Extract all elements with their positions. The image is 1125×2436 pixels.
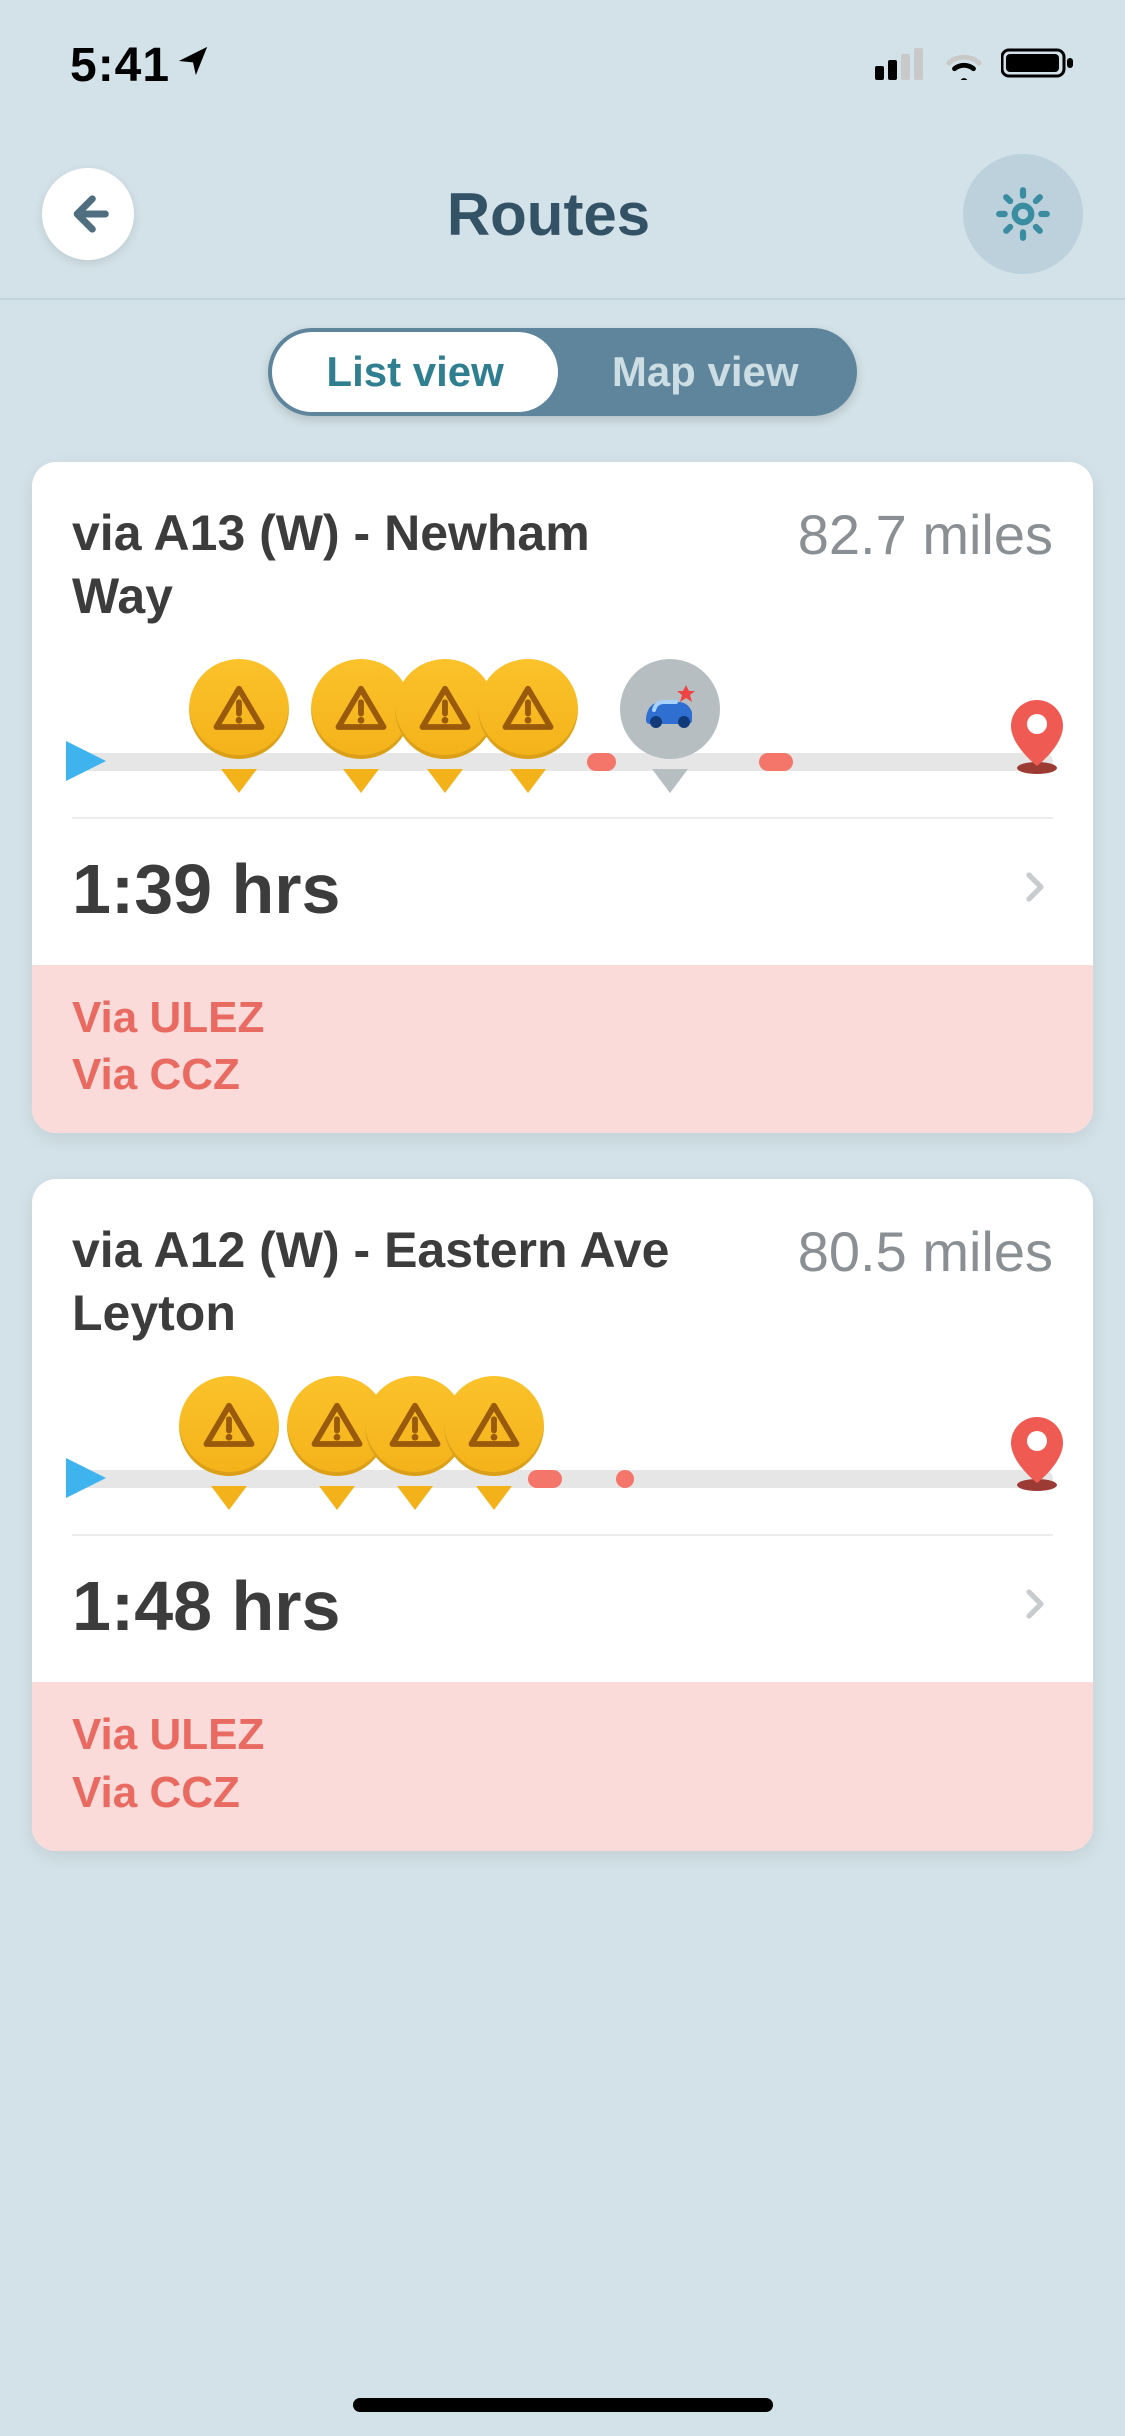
route-warning-line: Via ULEZ: [72, 989, 1053, 1046]
route-time-row[interactable]: 1:48 hrs: [32, 1536, 1093, 1682]
route-card-head: via A12 (W) - Eastern Ave Leyton 80.5 mi…: [32, 1179, 1093, 1364]
route-warning-line: Via CCZ: [72, 1046, 1053, 1103]
arrow-left-icon: [62, 188, 114, 240]
route-distance: 80.5 miles: [798, 1219, 1053, 1284]
route-timeline: [72, 1374, 1053, 1524]
route-distance: 82.7 miles: [798, 502, 1053, 567]
back-button[interactable]: [42, 168, 134, 260]
hazard-warning-icon: [444, 1376, 544, 1496]
start-icon: [66, 1458, 106, 1498]
traffic-segment: [759, 753, 793, 771]
tab-list-view[interactable]: List view: [272, 332, 557, 412]
route-warning-banner: Via ULEZ Via CCZ: [32, 1682, 1093, 1850]
route-warning-line: Via CCZ: [72, 1764, 1053, 1821]
route-time-row[interactable]: 1:39 hrs: [32, 819, 1093, 965]
wifi-icon: [941, 46, 987, 85]
traffic-segment: [587, 753, 616, 771]
route-duration: 1:48 hrs: [72, 1566, 340, 1646]
destination-icon: [1007, 1415, 1067, 1498]
hazard-warning-icon: [478, 659, 578, 779]
hazard-accident-icon: [620, 659, 720, 779]
tab-map-view[interactable]: Map view: [558, 332, 853, 412]
location-services-icon: [176, 43, 210, 88]
nav-header: Routes: [0, 130, 1125, 300]
route-name: via A12 (W) - Eastern Ave Leyton: [72, 1219, 692, 1344]
chevron-right-icon: [1017, 1586, 1053, 1627]
settings-button[interactable]: [963, 154, 1083, 274]
destination-icon: [1007, 698, 1067, 781]
home-indicator: [353, 2398, 773, 2412]
status-right: [875, 46, 1075, 85]
hazard-warning-icon: [189, 659, 289, 779]
chevron-right-icon: [1017, 869, 1053, 910]
status-time: 5:41: [70, 38, 170, 93]
view-toggle-wrap: List view Map view: [0, 300, 1125, 462]
status-bar: 5:41: [0, 0, 1125, 130]
route-list: via A13 (W) - Newham Way 82.7 miles: [0, 462, 1125, 1851]
battery-icon: [1001, 46, 1075, 85]
page-title: Routes: [447, 180, 650, 249]
cellular-signal-icon: [875, 46, 927, 85]
route-timeline: [72, 657, 1053, 807]
start-icon: [66, 741, 106, 781]
route-duration: 1:39 hrs: [72, 849, 340, 929]
view-toggle: List view Map view: [268, 328, 856, 416]
route-warning-banner: Via ULEZ Via CCZ: [32, 965, 1093, 1133]
route-name: via A13 (W) - Newham Way: [72, 502, 692, 627]
status-time-group: 5:41: [70, 38, 210, 93]
route-warning-line: Via ULEZ: [72, 1706, 1053, 1763]
route-card[interactable]: via A13 (W) - Newham Way 82.7 miles: [32, 462, 1093, 1133]
route-card[interactable]: via A12 (W) - Eastern Ave Leyton 80.5 mi…: [32, 1179, 1093, 1850]
hazard-warning-icon: [179, 1376, 279, 1496]
gear-icon: [992, 183, 1054, 245]
route-card-head: via A13 (W) - Newham Way 82.7 miles: [32, 462, 1093, 647]
